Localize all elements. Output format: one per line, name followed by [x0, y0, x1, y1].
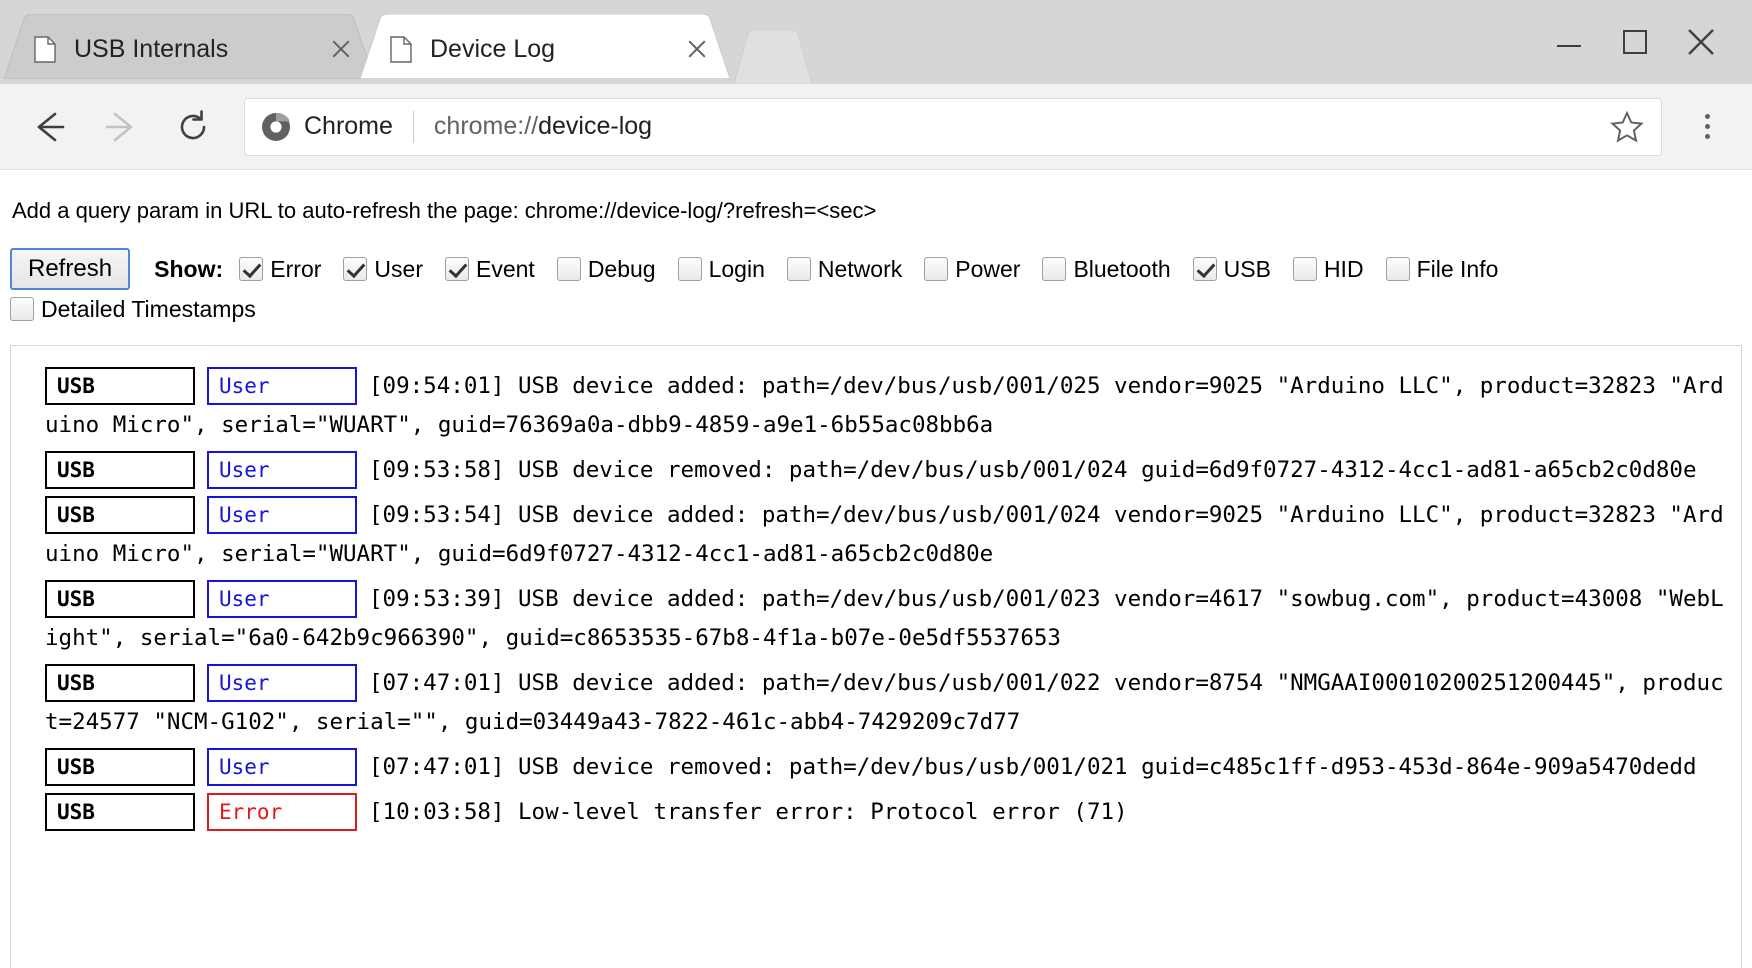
filter-label[interactable]: Bluetooth — [1073, 256, 1170, 282]
filter-file-info[interactable]: File Info — [1386, 255, 1515, 280]
window-controls — [1536, 0, 1752, 84]
filter-event[interactable]: Event — [445, 255, 551, 280]
new-tab-button[interactable] — [734, 30, 812, 84]
filter-label[interactable]: Network — [818, 256, 902, 282]
log-severity-badge: User — [207, 451, 357, 489]
filter-detailed-timestamps[interactable]: Detailed Timestamps — [10, 295, 272, 320]
filter-label[interactable]: HID — [1324, 256, 1364, 282]
close-button[interactable] — [1668, 9, 1734, 75]
log-message: [09:53:58] USB device removed: path=/dev… — [369, 457, 1697, 483]
filter-checkbox-group: Error User Event Debug Login Network Power Blue… — [10, 255, 1520, 320]
filter-label[interactable]: Detailed Timestamps — [41, 296, 256, 322]
filter-label[interactable]: Power — [955, 256, 1020, 282]
three-dot-menu-icon[interactable] — [1684, 100, 1730, 154]
log-severity-badge: User — [207, 748, 357, 786]
log-severity-badge: User — [207, 580, 357, 618]
filter-label[interactable]: User — [374, 256, 423, 282]
log-type-badge: USB — [45, 580, 195, 618]
checkbox-login[interactable] — [678, 257, 702, 281]
log-type-badge: USB — [45, 367, 195, 405]
checkbox-error[interactable] — [239, 257, 263, 281]
tab-title: USB Internals — [74, 35, 312, 64]
tab-device-log[interactable]: Device Log — [360, 14, 730, 84]
back-arrow-icon[interactable] — [22, 100, 76, 154]
page-content: Add a query param in URL to auto-refresh… — [0, 170, 1752, 968]
filter-label[interactable]: File Info — [1417, 256, 1499, 282]
log-severity-badge: User — [207, 367, 357, 405]
device-log-list[interactable]: USBUser[09:54:01] USB device added: path… — [10, 345, 1742, 968]
omnibox-url-prefix: chrome:// — [434, 112, 538, 140]
checkbox-hid[interactable] — [1293, 257, 1317, 281]
refresh-button[interactable]: Refresh — [10, 248, 130, 290]
log-type-badge: USB — [45, 451, 195, 489]
log-entry: USB Error [10:03:58] Low-level transfer er… — [11, 790, 1742, 835]
log-severity-badge: User — [207, 496, 357, 534]
log-entry: USB User [07:47:01] USB device removed: pa… — [11, 745, 1742, 790]
omnibox-divider — [413, 111, 414, 143]
document-icon — [390, 36, 412, 62]
tab-title: Device Log — [430, 35, 668, 64]
checkbox-user[interactable] — [343, 257, 367, 281]
log-entry: USBUser[07:47:01] USB device added: path… — [11, 661, 1742, 745]
tab-strip: USB Internals Device Log — [0, 0, 1752, 84]
address-bar[interactable]: Chrome chrome://device-log — [244, 98, 1662, 156]
filter-usb[interactable]: USB — [1193, 255, 1287, 280]
document-icon — [34, 36, 56, 62]
maximize-button[interactable] — [1602, 9, 1668, 75]
new-tab-shape — [734, 30, 812, 84]
checkbox-file-info[interactable] — [1386, 257, 1410, 281]
close-tab-icon[interactable] — [326, 34, 356, 64]
log-entry: USBUser[09:54:01] USB device added: path… — [11, 364, 1742, 448]
chrome-logo-icon — [261, 112, 291, 142]
log-entries: USBUser[09:54:01] USB device added: path… — [11, 364, 1742, 835]
browser-window: USB Internals Device Log — [0, 0, 1752, 968]
filter-label[interactable]: Debug — [588, 256, 656, 282]
forward-arrow-icon — [94, 100, 148, 154]
log-type-badge: USB — [45, 748, 195, 786]
log-type-badge: USB — [45, 793, 195, 831]
log-message: [10:03:58] Low-level transfer error: Pro… — [369, 799, 1128, 825]
log-severity-badge: Error — [207, 793, 357, 831]
filter-label[interactable]: USB — [1224, 256, 1271, 282]
omnibox-url: chrome://device-log — [434, 112, 652, 141]
filter-user[interactable]: User — [343, 255, 439, 280]
reload-icon[interactable] — [166, 100, 220, 154]
log-entry: USB User [09:53:58] USB device removed: pa… — [11, 448, 1742, 493]
filter-login[interactable]: Login — [678, 255, 781, 280]
filter-label[interactable]: Error — [270, 256, 321, 282]
filter-power[interactable]: Power — [924, 255, 1036, 280]
checkbox-power[interactable] — [924, 257, 948, 281]
show-label: Show: — [154, 256, 223, 282]
omnibox-chip-label: Chrome — [304, 112, 393, 141]
filter-network[interactable]: Network — [787, 255, 918, 280]
log-type-badge: USB — [45, 664, 195, 702]
checkbox-usb[interactable] — [1193, 257, 1217, 281]
log-message: [07:47:01] USB device removed: path=/dev… — [369, 754, 1697, 780]
log-severity-badge: User — [207, 664, 357, 702]
tab-usb-internals[interactable]: USB Internals — [4, 14, 374, 84]
browser-toolbar: Chrome chrome://device-log — [0, 84, 1752, 170]
checkbox-debug[interactable] — [557, 257, 581, 281]
checkbox-detailed-timestamps[interactable] — [10, 297, 34, 321]
filter-bluetooth[interactable]: Bluetooth — [1042, 255, 1186, 280]
omnibox-url-host: device-log — [538, 112, 652, 140]
filter-hid[interactable]: HID — [1293, 255, 1380, 280]
filter-controls: Refresh Show: Error User Event Debug Login Ne… — [0, 224, 1752, 327]
filter-label[interactable]: Login — [709, 256, 765, 282]
bookmark-star-icon[interactable] — [1609, 109, 1645, 145]
log-entry: USBUser[09:53:39] USB device added: path… — [11, 577, 1742, 661]
filter-error[interactable]: Error — [239, 255, 337, 280]
checkbox-network[interactable] — [787, 257, 811, 281]
close-tab-icon[interactable] — [682, 34, 712, 64]
minimize-button[interactable] — [1536, 9, 1602, 75]
filter-label[interactable]: Event — [476, 256, 535, 282]
log-entry: USBUser[09:53:54] USB device added: path… — [11, 493, 1742, 577]
filter-debug[interactable]: Debug — [557, 255, 672, 280]
auto-refresh-hint: Add a query param in URL to auto-refresh… — [0, 170, 1752, 224]
checkbox-event[interactable] — [445, 257, 469, 281]
log-type-badge: USB — [45, 496, 195, 534]
checkbox-bluetooth[interactable] — [1042, 257, 1066, 281]
